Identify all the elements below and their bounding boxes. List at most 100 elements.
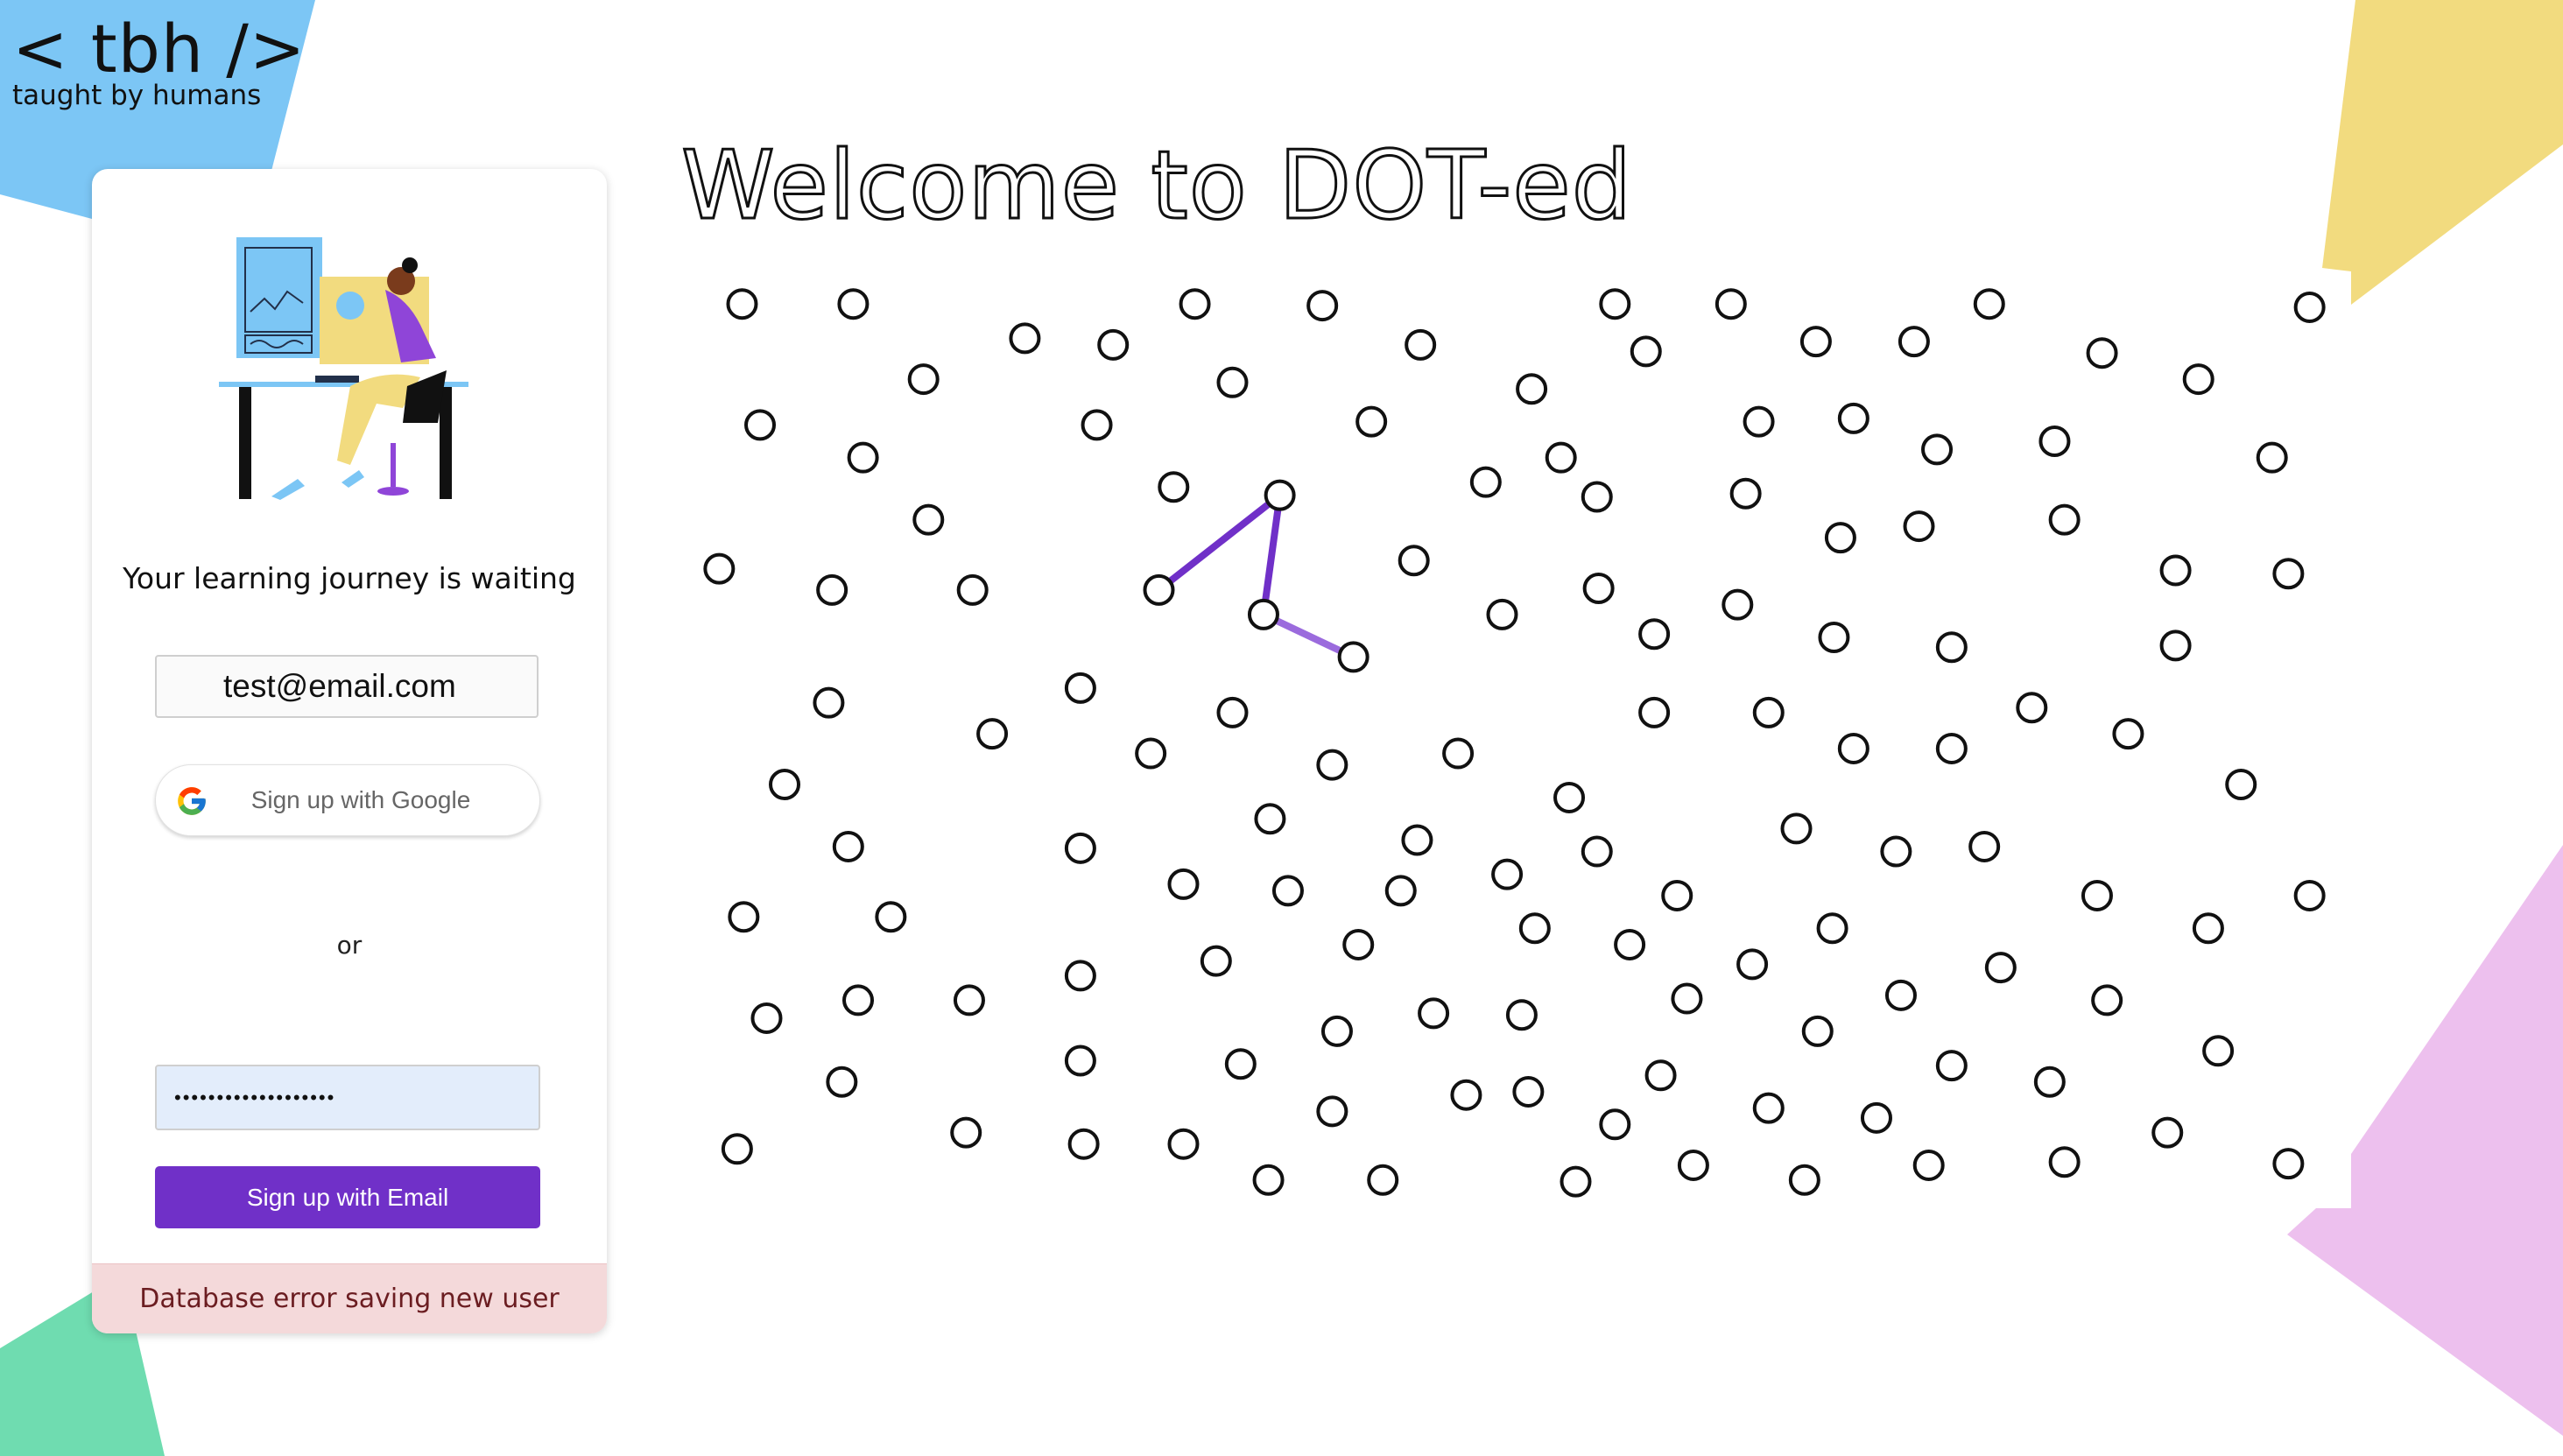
- dot[interactable]: [2256, 441, 2288, 474]
- dot[interactable]: [1715, 288, 1747, 320]
- dot[interactable]: [907, 363, 940, 396]
- dot[interactable]: [1973, 288, 2005, 320]
- dot[interactable]: [1505, 999, 1538, 1031]
- dot[interactable]: [1935, 1050, 1968, 1082]
- dot[interactable]: [1677, 1149, 1709, 1181]
- dot[interactable]: [837, 288, 870, 320]
- dot[interactable]: [1320, 1015, 1353, 1047]
- dot[interactable]: [1898, 326, 1930, 358]
- dot[interactable]: [1581, 835, 1613, 868]
- dot[interactable]: [1143, 573, 1175, 606]
- dot[interactable]: [1921, 433, 1954, 466]
- dot[interactable]: [1342, 928, 1375, 960]
- dot[interactable]: [1064, 672, 1096, 704]
- dot[interactable]: [2112, 718, 2144, 750]
- dot[interactable]: [769, 769, 801, 801]
- dot[interactable]: [2048, 503, 2081, 536]
- dot[interactable]: [1450, 1079, 1482, 1111]
- dot[interactable]: [1638, 696, 1671, 728]
- dot[interactable]: [1837, 732, 1869, 764]
- dot[interactable]: [1837, 402, 1869, 434]
- dot[interactable]: [750, 1002, 783, 1034]
- dot[interactable]: [1518, 912, 1551, 945]
- dot[interactable]: [2016, 692, 2048, 724]
- dot[interactable]: [1553, 781, 1586, 813]
- dot[interactable]: [1729, 477, 1762, 510]
- dot[interactable]: [1860, 1101, 1892, 1134]
- dot[interactable]: [1788, 1164, 1820, 1196]
- dot[interactable]: [703, 552, 736, 585]
- dot[interactable]: [2151, 1116, 2184, 1149]
- dot[interactable]: [1984, 952, 2017, 984]
- dot[interactable]: [1801, 1015, 1834, 1047]
- dot[interactable]: [1384, 875, 1417, 907]
- dot[interactable]: [1614, 928, 1646, 960]
- dot[interactable]: [1252, 1164, 1285, 1196]
- dot[interactable]: [1884, 979, 1917, 1011]
- dot[interactable]: [826, 1066, 858, 1098]
- dot[interactable]: [1491, 858, 1524, 890]
- dot[interactable]: [1581, 481, 1613, 513]
- dot[interactable]: [1935, 732, 1968, 764]
- dot[interactable]: [1216, 366, 1249, 398]
- dot[interactable]: [847, 441, 879, 474]
- dot[interactable]: [1097, 328, 1130, 361]
- dot[interactable]: [1401, 824, 1433, 856]
- dot[interactable]: [1599, 1108, 1631, 1141]
- dot[interactable]: [2225, 769, 2257, 801]
- dot[interactable]: [1560, 1165, 1592, 1198]
- dot[interactable]: [1064, 960, 1096, 992]
- dot[interactable]: [2192, 912, 2224, 945]
- dot[interactable]: [1418, 997, 1450, 1030]
- dot[interactable]: [2033, 1066, 2066, 1098]
- dot[interactable]: [842, 984, 875, 1016]
- dot[interactable]: [1599, 288, 1631, 320]
- dot[interactable]: [813, 686, 845, 719]
- dot[interactable]: [1367, 1164, 1399, 1196]
- dot[interactable]: [1912, 1149, 1945, 1181]
- dot[interactable]: [832, 830, 864, 862]
- dot[interactable]: [1135, 737, 1167, 770]
- dot[interactable]: [950, 1116, 982, 1149]
- dot[interactable]: [1247, 598, 1279, 630]
- dot[interactable]: [2081, 879, 2113, 911]
- dot[interactable]: [1167, 1128, 1200, 1160]
- dot[interactable]: [1469, 466, 1502, 498]
- dot[interactable]: [1316, 749, 1348, 781]
- dot[interactable]: [1935, 631, 1968, 664]
- dot[interactable]: [1355, 405, 1388, 438]
- dot[interactable]: [1167, 868, 1200, 900]
- dot[interactable]: [2272, 1148, 2305, 1180]
- dot[interactable]: [1512, 1075, 1545, 1108]
- dot[interactable]: [976, 718, 1009, 750]
- dot[interactable]: [2086, 337, 2118, 369]
- dot[interactable]: [1306, 290, 1339, 322]
- dot[interactable]: [1254, 803, 1286, 835]
- dot[interactable]: [912, 503, 945, 536]
- dot[interactable]: [2202, 1035, 2235, 1067]
- dot[interactable]: [875, 901, 907, 933]
- dot[interactable]: [1337, 641, 1370, 673]
- dot[interactable]: [1880, 835, 1912, 868]
- dot[interactable]: [2159, 554, 2192, 587]
- dot[interactable]: [1752, 1092, 1785, 1124]
- dot[interactable]: [1780, 812, 1813, 845]
- dot[interactable]: [1630, 335, 1662, 368]
- dot[interactable]: [1158, 471, 1190, 503]
- dot[interactable]: [1671, 982, 1703, 1015]
- dot[interactable]: [1661, 879, 1693, 911]
- dot[interactable]: [1398, 545, 1430, 577]
- dot[interactable]: [2272, 558, 2305, 590]
- dot[interactable]: [1516, 373, 1548, 405]
- dot[interactable]: [2293, 879, 2326, 911]
- dot[interactable]: [1486, 598, 1518, 630]
- dot[interactable]: [1752, 696, 1785, 728]
- dot[interactable]: [1271, 875, 1304, 907]
- dot[interactable]: [2091, 984, 2123, 1016]
- dot[interactable]: [1064, 1045, 1096, 1077]
- dot[interactable]: [816, 573, 848, 606]
- dot[interactable]: [1743, 405, 1775, 438]
- dot[interactable]: [1644, 1059, 1677, 1092]
- dot[interactable]: [1824, 522, 1856, 554]
- dot[interactable]: [1200, 945, 1232, 977]
